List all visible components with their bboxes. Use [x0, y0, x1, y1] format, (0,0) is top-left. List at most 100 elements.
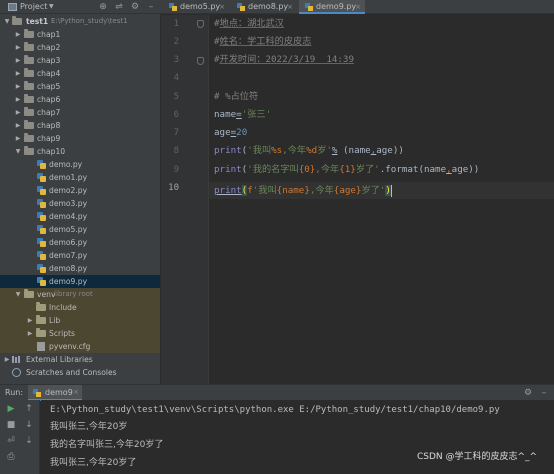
scratches-icon [12, 368, 21, 377]
run-console-output[interactable]: E:\Python_study\test1\venv\Scripts\pytho… [41, 400, 554, 474]
tree-file-demo6[interactable]: demo6.py [0, 236, 160, 249]
tree-folder-chap10[interactable]: ▼ chap10 [0, 145, 160, 158]
tree-root-test1[interactable]: ▼ test1 E:\Python_study\test1 [0, 15, 160, 28]
chevron-right-icon[interactable]: ▶ [14, 28, 22, 41]
venv-library-root-suffix: library root [54, 290, 93, 298]
up-icon[interactable]: ↑ [22, 402, 36, 416]
tree-folder-scripts[interactable]: ▶ Scripts [0, 327, 160, 340]
tree-file-demo1[interactable]: demo1.py [0, 171, 160, 184]
comment-text: 地点：湖北武汉 [219, 18, 284, 29]
folder-icon [24, 55, 34, 64]
tree-file-demo9-selected[interactable]: demo9.py [0, 275, 160, 288]
chevron-right-icon[interactable]: ▶ [26, 327, 34, 340]
folder-label: chap8 [37, 121, 61, 130]
run-icon[interactable]: ▶ [4, 402, 18, 416]
chevron-down-icon[interactable]: ▼ [14, 145, 22, 158]
run-label: Run: [5, 388, 24, 397]
chevron-down-icon[interactable]: ▼ [49, 3, 54, 10]
tree-folder-chap1[interactable]: ▶ chap1 [0, 28, 160, 41]
code-line-9: print('我的名字叫{0},今年{1}岁了'.format(name,age… [214, 161, 479, 178]
globe-icon[interactable]: ⊕ [97, 1, 109, 13]
builtin-print: print [214, 164, 242, 175]
fold-icon[interactable] [197, 20, 204, 28]
python-file-icon [33, 389, 41, 397]
tree-file-demo2[interactable]: demo2.py [0, 184, 160, 197]
tree-folder-chap8[interactable]: ▶ chap8 [0, 119, 160, 132]
tab-demo9-active[interactable]: demo9.py × [299, 0, 365, 14]
tree-file-demo[interactable]: demo.py [0, 158, 160, 171]
chevron-right-icon[interactable]: ▶ [14, 106, 22, 119]
file-label: demo9.py [49, 277, 88, 286]
close-icon[interactable]: × [355, 0, 361, 14]
console-command-line: E:\Python_study\test1\venv\Scripts\pytho… [50, 405, 500, 415]
string-literal: ,今年 [282, 145, 307, 156]
gear-icon[interactable]: ⚙ [522, 387, 534, 399]
chevron-down-icon[interactable]: ▼ [3, 15, 11, 28]
chevron-right-icon[interactable]: ▶ [3, 353, 11, 366]
run-tab-demo9[interactable]: demo9 × [28, 385, 82, 401]
tree-folder-chap3[interactable]: ▶ chap3 [0, 54, 160, 67]
chevron-right-icon[interactable]: ▶ [14, 54, 22, 67]
print-icon[interactable]: ⎙ [4, 450, 18, 464]
chevron-right-icon[interactable]: ▶ [14, 80, 22, 93]
chevron-right-icon[interactable]: ▶ [14, 132, 22, 145]
minimize-icon[interactable]: – [145, 1, 157, 13]
tree-file-demo4[interactable]: demo4.py [0, 210, 160, 223]
down-icon[interactable]: ↓ [22, 418, 36, 432]
project-panel-title[interactable]: Project [20, 2, 47, 11]
folder-label: chap2 [37, 43, 61, 52]
project-tool-window: Project ▼ ⊕ ⇌ ⚙ – ▼ test1 E:\Python_stud… [0, 0, 161, 384]
tree-folder-chap5[interactable]: ▶ chap5 [0, 80, 160, 93]
stop-icon[interactable]: ■ [4, 418, 18, 432]
file-label: demo4.py [49, 212, 88, 221]
code-line-2: #姓名：学工科的皮皮志 [214, 33, 311, 50]
tree-file-demo5[interactable]: demo5.py [0, 223, 160, 236]
chevron-right-icon[interactable]: ▶ [14, 93, 22, 106]
tree-folder-chap9[interactable]: ▶ chap9 [0, 132, 160, 145]
minimize-icon[interactable]: – [538, 387, 550, 399]
tree-folder-chap2[interactable]: ▶ chap2 [0, 41, 160, 54]
root-folder-path: E:\Python_study\test1 [51, 17, 128, 25]
tree-folder-lib[interactable]: ▶ Lib [0, 314, 160, 327]
chevron-right-icon[interactable]: ▶ [14, 41, 22, 54]
tree-file-demo7[interactable]: demo7.py [0, 249, 160, 262]
comment-text: # %占位符 [214, 91, 259, 102]
chevron-right-icon[interactable]: ▶ [14, 119, 22, 132]
tree-folder-chap4[interactable]: ▶ chap4 [0, 67, 160, 80]
tree-file-demo3[interactable]: demo3.py [0, 197, 160, 210]
tree-folder-venv[interactable]: ▼ venv library root [0, 288, 160, 301]
tree-scratches[interactable]: Scratches and Consoles [0, 366, 160, 379]
code-editor[interactable]: 1 2 3 4 5 6 7 8 9 10 #地点：湖北武汉 #姓名：学工科的皮皮… [161, 15, 554, 384]
tab-demo8[interactable]: demo8.py × [231, 0, 297, 14]
close-icon[interactable]: × [219, 0, 225, 14]
gear-icon[interactable]: ⚙ [129, 1, 141, 13]
scroll-icon[interactable]: ⇣ [22, 434, 36, 448]
tree-folder-include[interactable]: Include [0, 301, 160, 314]
close-icon[interactable]: × [73, 388, 79, 396]
chevron-right-icon[interactable]: ▶ [14, 67, 22, 80]
chevron-down-icon[interactable]: ▼ [14, 288, 22, 301]
tree-folder-chap6[interactable]: ▶ chap6 [0, 93, 160, 106]
tree-external-libraries[interactable]: ▶ External Libraries [0, 353, 160, 366]
code-line-1: #地点：湖北武汉 [214, 15, 284, 32]
fold-icon[interactable] [197, 57, 204, 65]
collapse-icon[interactable]: ⇌ [113, 1, 125, 13]
wrap-icon[interactable]: ⏎ [4, 434, 18, 448]
folder-icon [36, 302, 46, 311]
code-line-3: #开发时间：2022/3/19 14:39 [214, 51, 354, 68]
tab-label: demo5.py [180, 2, 221, 11]
tree-folder-chap7[interactable]: ▶ chap7 [0, 106, 160, 119]
close-icon[interactable]: × [287, 0, 293, 14]
tree-file-pyvenv-cfg[interactable]: pyvenv.cfg [0, 340, 160, 353]
tree-file-demo8[interactable]: demo8.py [0, 262, 160, 275]
python-file-icon [37, 277, 46, 286]
folder-label: chap7 [37, 108, 61, 117]
folder-icon [24, 133, 34, 142]
builtin-print: print [214, 185, 242, 196]
folder-icon [24, 68, 34, 77]
folder-icon [24, 81, 34, 90]
project-panel-header: Project ▼ ⊕ ⇌ ⚙ – [0, 0, 161, 14]
tab-demo5[interactable]: demo5.py × [163, 0, 229, 14]
chevron-right-icon[interactable]: ▶ [26, 314, 34, 327]
config-file-icon [37, 342, 45, 351]
